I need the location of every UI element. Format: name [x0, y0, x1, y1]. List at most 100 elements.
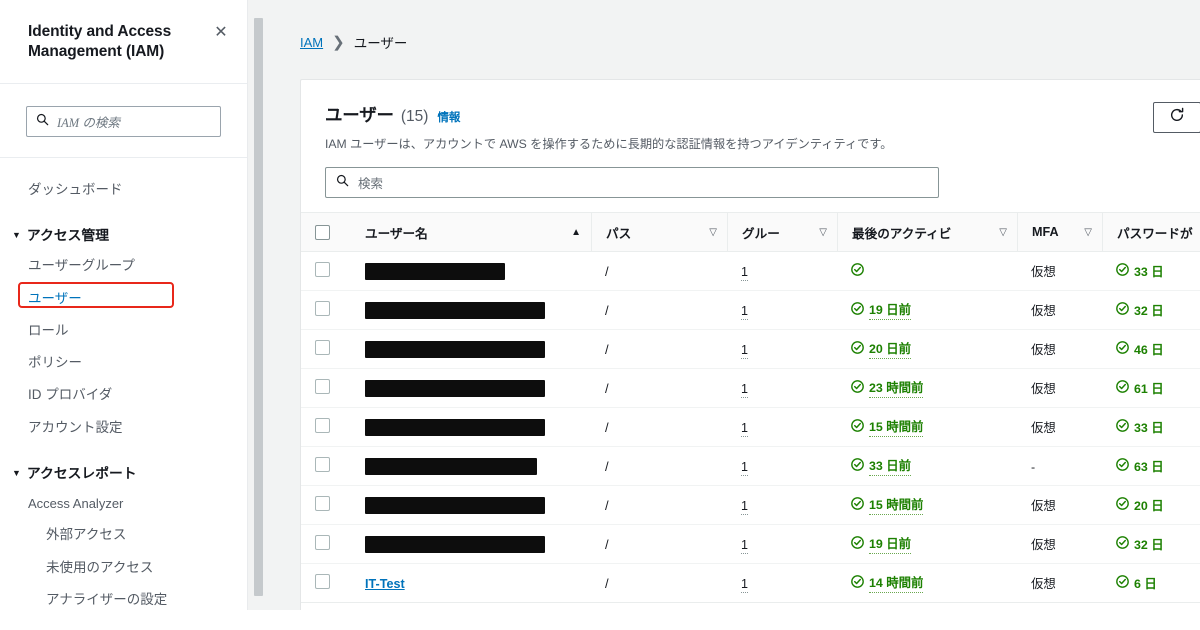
sidebar-item-account-settings[interactable]: アカウント設定: [0, 412, 247, 444]
sidebar-group-access-reports[interactable]: ▼ アクセスレポート: [0, 454, 247, 488]
groups-value[interactable]: 1: [741, 264, 749, 281]
sort-icon: ▽: [819, 226, 827, 238]
sidebar-item-external-access[interactable]: 外部アクセス: [0, 519, 247, 551]
mfa-value: 仮想: [1031, 499, 1056, 514]
groups-value[interactable]: 1: [741, 342, 749, 359]
cell-path: /: [591, 446, 727, 487]
sidebar-search-input[interactable]: IAM の検索: [26, 106, 221, 137]
search-placeholder: 検索: [358, 177, 384, 192]
cell-path: /: [591, 524, 727, 565]
th-last-activity[interactable]: 最後のアクティビ ▽: [837, 212, 1017, 253]
info-link[interactable]: 情報: [437, 109, 460, 125]
row-checkbox[interactable]: [315, 340, 330, 356]
table-row[interactable]: / 1 19 日前 仮想 32 日: [301, 524, 1200, 565]
last-activity-label[interactable]: 20 日前: [869, 339, 912, 360]
sidebar-group-label-access-management: アクセス管理: [26, 228, 110, 244]
last-activity-value: 20 日前: [851, 339, 912, 360]
table-row[interactable]: IT-Test / 1 14 時間前 仮想 6 日: [301, 563, 1200, 604]
check-circle-icon: [851, 380, 864, 396]
sidebar-scrollbar-thumb[interactable]: [254, 18, 263, 596]
sidebar-item-dashboard[interactable]: ダッシュボード: [0, 174, 247, 206]
user-link[interactable]: IT-Test: [365, 577, 405, 591]
row-checkbox-cell: [301, 368, 351, 409]
breadcrumb-link-iam[interactable]: IAM: [300, 35, 323, 50]
row-checkbox[interactable]: [315, 301, 330, 317]
cell-username: [351, 368, 591, 409]
th-groups-label: グルー: [742, 226, 780, 241]
table-row[interactable]: / 1 15 時間前 仮想 33 日: [301, 407, 1200, 448]
close-icon[interactable]: ✕: [212, 24, 230, 42]
groups-value[interactable]: 1: [741, 420, 749, 437]
check-circle-icon: [1116, 536, 1129, 552]
cell-last-activity: 19 日前: [837, 290, 1017, 331]
table-row[interactable]: / 1 19 日前 仮想 32 日: [301, 290, 1200, 331]
main-content: IAM ❯ ユーザー ユーザー (15) 情報 IAM ユーザーは、アカウントで…: [268, 0, 1200, 610]
sort-icon: ▽: [1084, 226, 1092, 238]
cell-mfa: 仮想: [1017, 251, 1102, 292]
cell-groups: 1: [727, 368, 837, 409]
row-checkbox[interactable]: [315, 574, 330, 590]
bottom-blank-strip: [0, 610, 1200, 630]
select-all-checkbox[interactable]: [315, 224, 330, 240]
groups-value[interactable]: 1: [741, 381, 749, 398]
path-value: /: [605, 263, 609, 279]
table-row[interactable]: / 1 仮想 33 日: [301, 251, 1200, 292]
th-username-label: ユーザー名: [365, 226, 428, 241]
last-activity-value: [851, 263, 864, 279]
breadcrumb-current-users: ユーザー: [353, 36, 408, 51]
groups-value[interactable]: 1: [741, 498, 749, 515]
table-row[interactable]: / 1 20 日前 仮想 46 日: [301, 329, 1200, 370]
groups-value[interactable]: 1: [741, 459, 749, 476]
chevron-down-icon: ▼: [12, 230, 21, 241]
th-path[interactable]: パス ▽: [591, 212, 727, 253]
th-mfa[interactable]: MFA ▽: [1017, 212, 1102, 253]
row-checkbox[interactable]: [315, 496, 330, 512]
row-checkbox[interactable]: [315, 262, 330, 278]
sidebar-title: Identity and Access Management (IAM): [28, 23, 172, 61]
cell-password-age: 32 日: [1102, 290, 1200, 331]
th-groups[interactable]: グルー ▽: [727, 212, 837, 253]
sidebar-group-access-management[interactable]: ▼ アクセス管理: [0, 216, 247, 250]
row-checkbox-cell: [301, 407, 351, 448]
last-activity-label[interactable]: 15 時間前: [869, 495, 924, 516]
sidebar-item-access-analyzer[interactable]: Access Analyzer: [0, 488, 247, 520]
sidebar-item-user-groups[interactable]: ユーザーグループ: [0, 250, 247, 282]
groups-value[interactable]: 1: [741, 576, 749, 593]
last-activity-label[interactable]: 15 時間前: [869, 417, 924, 438]
sidebar-item-identity-providers[interactable]: ID プロバイダ: [0, 379, 247, 411]
search-input[interactable]: 検索: [325, 167, 939, 199]
row-checkbox[interactable]: [315, 457, 330, 473]
th-username[interactable]: ユーザー名 ▲: [351, 212, 591, 253]
last-activity-label[interactable]: 19 日前: [869, 300, 912, 321]
cell-mfa: 仮想: [1017, 329, 1102, 370]
table-row[interactable]: / 1 15 時間前 仮想 20 日: [301, 485, 1200, 526]
mfa-value: -: [1031, 459, 1036, 474]
cell-username: [351, 251, 591, 292]
last-activity-label[interactable]: 23 時間前: [869, 378, 924, 399]
iam-console-screen: Identity and Access Management (IAM) ✕ I…: [0, 0, 1200, 630]
sidebar-item-policies[interactable]: ポリシー: [0, 347, 247, 379]
refresh-button[interactable]: [1153, 102, 1200, 133]
password-age-value: 46 日: [1116, 340, 1164, 358]
row-checkbox[interactable]: [315, 535, 330, 551]
sidebar-item-analyzer-settings[interactable]: アナライザーの設定: [0, 584, 247, 610]
table-row[interactable]: / 1 23 時間前 仮想 61 日: [301, 368, 1200, 409]
table-row[interactable]: / 1 33 日前 - 63 日: [301, 446, 1200, 487]
sidebar-nav: ダッシュボード ▼ アクセス管理 ユーザーグループ ユーザー ロール ポリシー I…: [0, 158, 247, 610]
cell-last-activity: 23 時間前: [837, 368, 1017, 409]
last-activity-label[interactable]: 33 日前: [869, 456, 912, 477]
cell-mfa: 仮想: [1017, 524, 1102, 565]
th-password-age[interactable]: パスワードが: [1102, 212, 1200, 253]
groups-value[interactable]: 1: [741, 303, 749, 320]
last-activity-label[interactable]: 19 日前: [869, 534, 912, 555]
groups-value[interactable]: 1: [741, 537, 749, 554]
users-table-header: ユーザー名 ▲ パス ▽ グルー ▽ 最後のアクティビ ▽ MFA ▽ パスワー…: [301, 212, 1200, 253]
row-checkbox[interactable]: [315, 379, 330, 395]
last-activity-label[interactable]: 14 時間前: [869, 573, 924, 594]
sidebar-item-roles[interactable]: ロール: [0, 315, 247, 347]
users-panel-header: ユーザー (15) 情報 IAM ユーザーは、アカウントで AWS を操作するた…: [301, 80, 1200, 167]
sidebar-item-users[interactable]: ユーザー: [0, 283, 247, 315]
sidebar-item-unused-access[interactable]: 未使用のアクセス: [0, 552, 247, 584]
password-age-label: 33 日: [1134, 265, 1164, 280]
row-checkbox[interactable]: [315, 418, 330, 434]
